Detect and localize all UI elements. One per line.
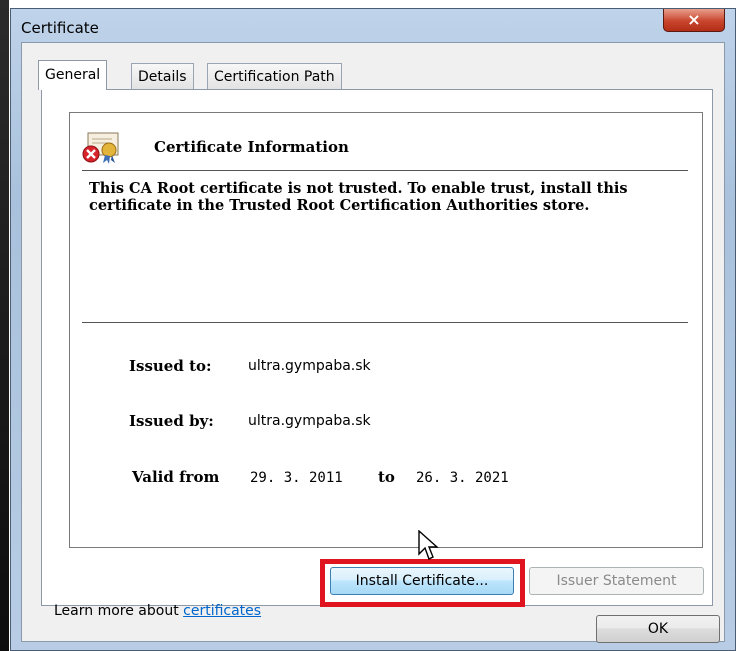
ok-label: OK — [647, 621, 669, 637]
trust-warning-message: This CA Root certificate is not trusted.… — [89, 180, 628, 214]
ok-button[interactable]: OK — [596, 615, 720, 643]
close-icon: × — [687, 10, 701, 29]
install-certificate-button[interactable]: Install Certificate... — [330, 567, 514, 595]
valid-to-label: to — [378, 468, 395, 486]
issued-by-label: Issued by: — [129, 412, 214, 430]
valid-from-date: 29. 3. 2011 — [250, 470, 343, 486]
certificate-dialog: Certificate × General Details Certificat… — [10, 8, 736, 651]
issuer-statement-label: Issuer Statement — [556, 573, 677, 589]
tab-certification-path-label: Certification Path — [214, 69, 335, 85]
tab-certification-path[interactable]: Certification Path — [207, 63, 342, 89]
dialog-body: General Details Certification Path Certi… — [21, 42, 725, 643]
window-title: Certificate — [21, 19, 99, 37]
issued-to-value: ultra.gympaba.sk — [248, 358, 371, 374]
tab-details[interactable]: Details — [131, 63, 194, 89]
certificates-link[interactable]: certificates — [183, 603, 261, 619]
install-certificate-label: Install Certificate... — [355, 573, 489, 589]
issued-by-value: ultra.gympaba.sk — [248, 413, 371, 429]
learn-more-text: Learn more about certificates — [54, 603, 261, 619]
background-edge — [0, 0, 9, 651]
tab-general-label: General — [45, 67, 101, 83]
learn-more-prefix: Learn more about — [54, 603, 184, 619]
tab-general[interactable]: General — [38, 60, 108, 90]
mouse-pointer-icon — [418, 530, 439, 560]
valid-to-date: 26. 3. 2021 — [416, 470, 509, 486]
title-bar: Certificate × — [11, 9, 735, 43]
certificate-error-icon — [82, 132, 119, 164]
certificate-heading: Certificate Information — [154, 138, 349, 156]
details-divider — [82, 322, 688, 323]
issuer-statement-button: Issuer Statement — [529, 567, 704, 595]
certificate-info-frame: Certificate Information This CA Root cer… — [69, 112, 703, 548]
heading-divider — [82, 170, 688, 171]
general-tab-panel: Certificate Information This CA Root cer… — [41, 89, 713, 619]
close-button[interactable]: × — [663, 9, 725, 32]
valid-from-label: Valid from — [132, 468, 220, 486]
issued-to-label: Issued to: — [129, 357, 212, 375]
tab-details-label: Details — [138, 69, 187, 85]
